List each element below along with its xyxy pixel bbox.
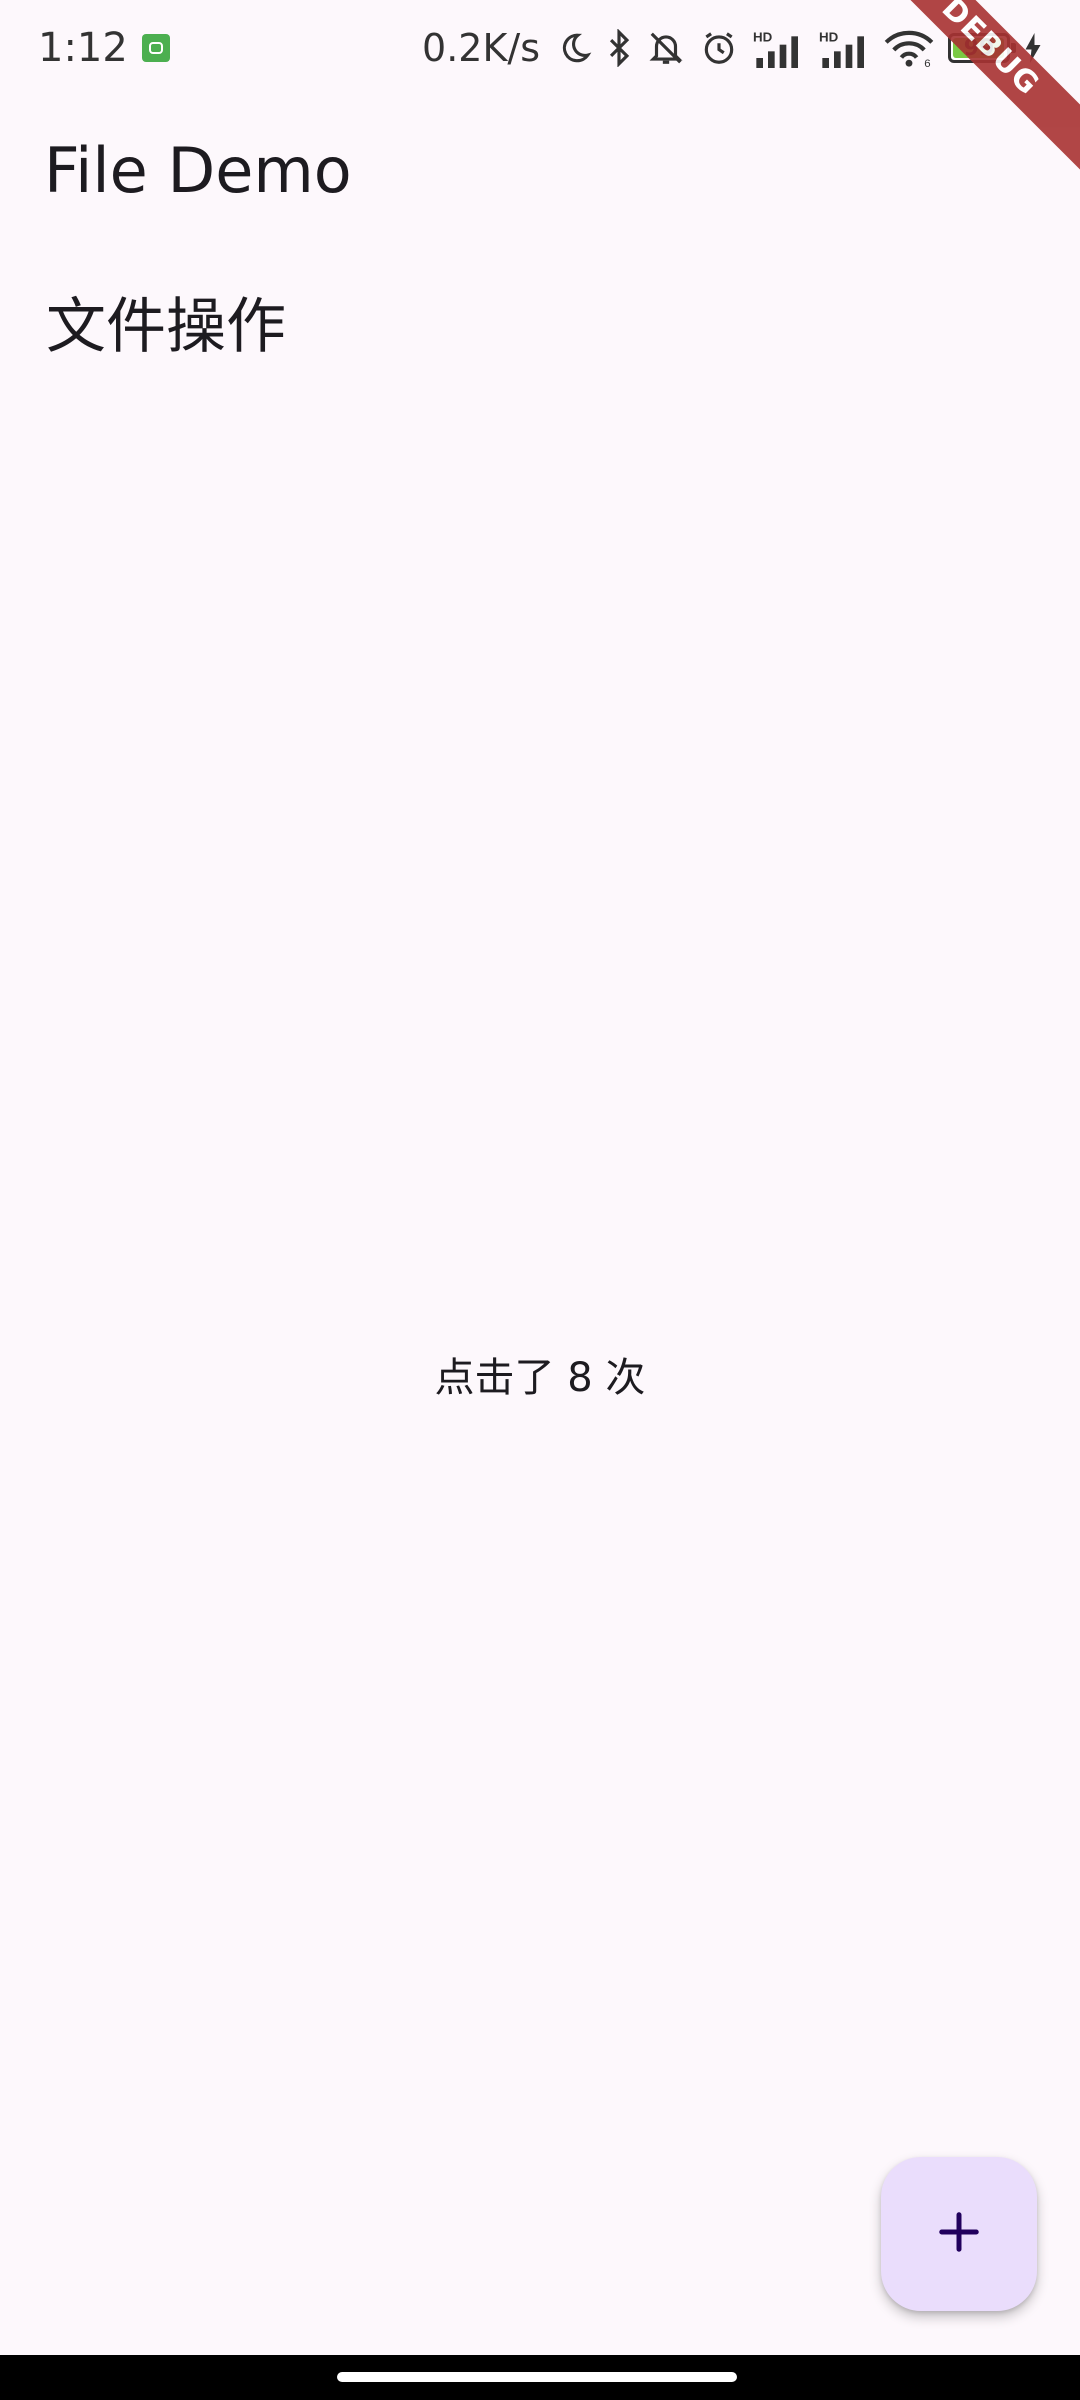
app-notification-icon	[141, 34, 170, 62]
app-screen: 1:12 0.2K/s HD HD 6 DEBUG File Demo 文件操作…	[0, 0, 1080, 2400]
home-indicator[interactable]	[337, 2372, 737, 2382]
network-speed: 0.2K/s	[422, 26, 540, 70]
section-heading: 文件操作	[46, 292, 286, 362]
wifi-label: 6	[924, 58, 930, 67]
bell-off-icon	[646, 29, 686, 67]
navigation-bar	[0, 2355, 1080, 2400]
alarm-icon	[700, 29, 738, 67]
moon-icon	[558, 31, 592, 65]
status-bar: 1:12 0.2K/s HD HD 6	[0, 0, 1080, 96]
signal-hd-label: HD	[753, 29, 773, 44]
bluetooth-icon	[606, 29, 632, 67]
signal-hd-icon: HD	[818, 28, 870, 68]
status-time: 1:12	[38, 25, 128, 71]
counter-text: 点击了 8 次	[434, 1355, 646, 1401]
app-bar-title: File Demo	[44, 133, 352, 207]
wifi-icon: 6	[884, 29, 934, 67]
app-bar: File Demo	[44, 110, 352, 230]
add-fab-button[interactable]	[881, 2157, 1037, 2311]
signal-hd-icon: HD	[752, 28, 804, 68]
plus-icon	[936, 2209, 982, 2259]
status-left: 1:12	[38, 25, 170, 71]
signal-hd-label: HD	[819, 29, 839, 44]
